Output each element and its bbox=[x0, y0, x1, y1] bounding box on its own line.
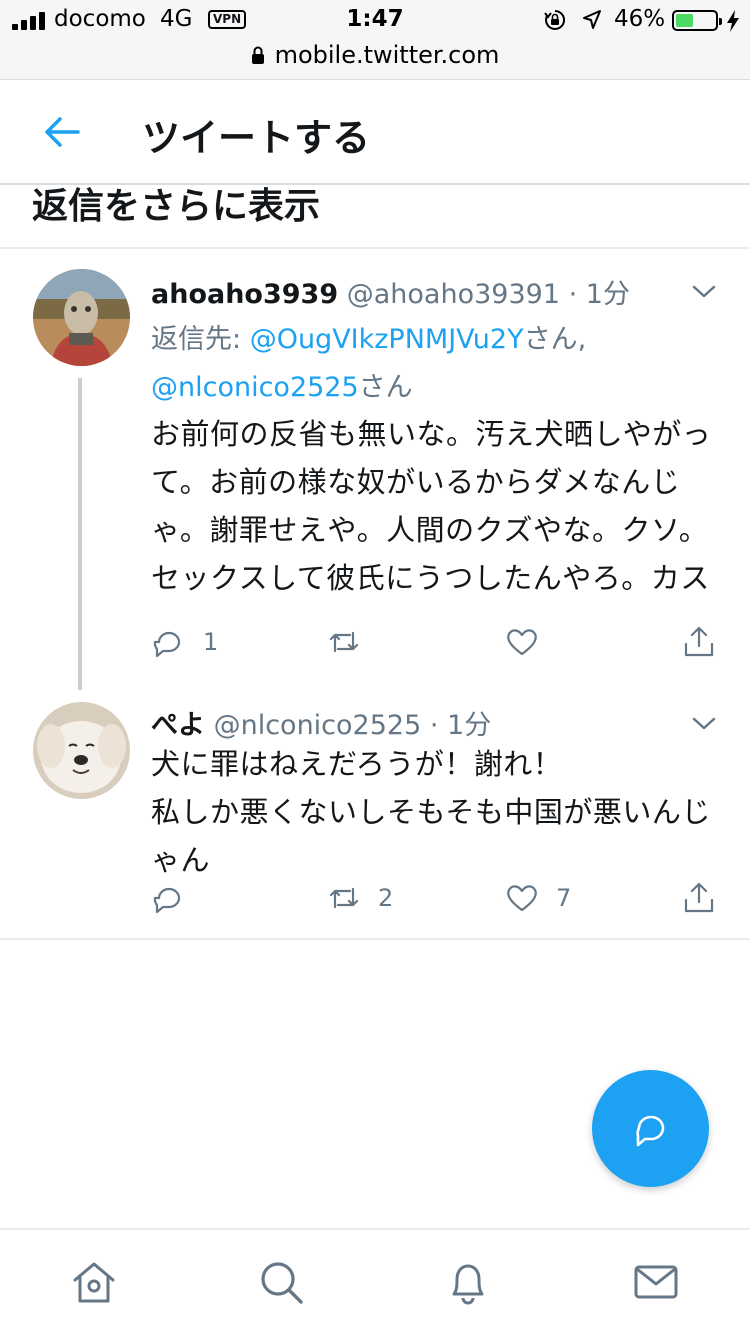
author-handle[interactable]: @ahoaho39391 bbox=[347, 279, 560, 310]
retweet-count: 2 bbox=[378, 884, 394, 912]
show-more-label: 返信をさらに表示 bbox=[32, 186, 321, 227]
battery-level-fill bbox=[676, 14, 694, 27]
reply-to-suffix: さん, bbox=[523, 324, 587, 355]
reply-button[interactable] bbox=[151, 878, 203, 918]
share-button[interactable] bbox=[681, 878, 717, 918]
separator-dot: · bbox=[429, 710, 439, 741]
nav-search[interactable] bbox=[257, 1258, 305, 1306]
arrow-left-icon[interactable] bbox=[42, 114, 82, 150]
show-more-replies[interactable]: 返信をさらに表示 bbox=[0, 185, 750, 249]
retweet-icon bbox=[329, 887, 359, 909]
tweet-divider bbox=[0, 938, 750, 940]
tweet-text-line: 犬に罪はねえだろうが！謝れ！ bbox=[151, 747, 563, 781]
author-name[interactable]: ahoaho3939 bbox=[151, 279, 338, 310]
battery-percent: 46% bbox=[614, 6, 666, 32]
reply-count: 1 bbox=[203, 628, 219, 656]
tweet-actions: 2 7 bbox=[151, 878, 731, 918]
reply-button[interactable]: 1 bbox=[151, 622, 218, 662]
chevron-down-icon[interactable] bbox=[692, 285, 716, 299]
thread-line bbox=[78, 378, 82, 690]
share-button[interactable] bbox=[681, 622, 717, 662]
charging-bolt-icon bbox=[727, 10, 739, 32]
nav-home[interactable] bbox=[70, 1258, 118, 1306]
bottom-nav bbox=[0, 1228, 750, 1334]
compose-reply-button[interactable] bbox=[592, 1070, 709, 1187]
share-icon bbox=[684, 626, 714, 657]
tweet-time[interactable]: 1分 bbox=[586, 279, 630, 310]
tweet-text: お前何の反省も無いな。汚え犬晒しやがって。お前の様な奴がいるからダメなんじゃ。謝… bbox=[151, 417, 712, 595]
tweet[interactable]: ahoaho3939 @ahoaho39391 · 1分 返信先: @OugVI… bbox=[0, 250, 750, 690]
avatar[interactable] bbox=[33, 269, 130, 366]
home-icon bbox=[73, 1262, 115, 1303]
chevron-down-icon[interactable] bbox=[692, 717, 716, 731]
battery-icon bbox=[672, 10, 722, 31]
tweet-text-line: 私しか悪くないしそもそも中国が悪いんじゃん bbox=[151, 795, 711, 877]
author-name[interactable]: ぺよ bbox=[151, 710, 205, 741]
retweet-button[interactable]: 2 bbox=[326, 878, 393, 918]
status-bar: docomo 4G VPN 1:47 46% bbox=[0, 0, 750, 40]
nav-messages[interactable] bbox=[632, 1258, 680, 1306]
like-count: 7 bbox=[556, 884, 572, 912]
retweet-button[interactable] bbox=[326, 622, 378, 662]
envelope-icon bbox=[634, 1265, 678, 1299]
share-icon bbox=[684, 882, 714, 913]
reply-to-line: 返信先: @OugVIkzPNMJVu2Yさん, bbox=[151, 316, 586, 364]
rotation-lock-icon bbox=[544, 9, 566, 30]
reply-to-prefix: 返信先: bbox=[151, 324, 250, 355]
tweet-text: 犬に罪はねえだろうが！謝れ！ 私しか悪くないしそもそも中国が悪いんじゃん bbox=[151, 740, 731, 884]
reply-to-line-2: @nlconico2525さん bbox=[151, 364, 413, 412]
location-arrow-icon bbox=[583, 10, 601, 29]
reply-to-suffix: さん bbox=[358, 372, 413, 403]
reply-bubble-icon bbox=[153, 631, 181, 658]
search-icon bbox=[261, 1262, 303, 1304]
url-bar[interactable]: mobile.twitter.com bbox=[0, 40, 750, 80]
author-handle[interactable]: @nlconico2525 bbox=[214, 710, 422, 741]
tweet-header: ぺよ @nlconico2525 · 1分 bbox=[151, 703, 491, 742]
lock-icon bbox=[251, 46, 264, 64]
bell-icon bbox=[452, 1264, 484, 1305]
page-title: ツイートする bbox=[142, 116, 371, 160]
nav-notifications[interactable] bbox=[444, 1258, 492, 1306]
compose-reply-icon bbox=[635, 1115, 664, 1146]
avatar[interactable] bbox=[33, 702, 130, 799]
separator-dot: · bbox=[568, 279, 578, 310]
url-text: mobile.twitter.com bbox=[274, 41, 500, 69]
mention-link[interactable]: @OugVIkzPNMJVu2Y bbox=[250, 324, 524, 355]
like-button[interactable] bbox=[504, 622, 556, 662]
heart-icon bbox=[507, 629, 537, 656]
like-button[interactable]: 7 bbox=[504, 878, 571, 918]
retweet-icon bbox=[329, 631, 359, 653]
tweet-actions: 1 bbox=[151, 622, 731, 662]
tweet[interactable]: ぺよ @nlconico2525 · 1分 犬に罪はねえだろうが！謝れ！ 私しか… bbox=[0, 690, 750, 938]
heart-icon bbox=[507, 885, 537, 912]
tweet-time[interactable]: 1分 bbox=[447, 710, 491, 741]
tweet-header: ahoaho3939 @ahoaho39391 · 1分 bbox=[151, 272, 630, 311]
reply-bubble-icon bbox=[153, 887, 181, 914]
mention-link[interactable]: @nlconico2525 bbox=[151, 372, 359, 403]
app-header: ツイートする bbox=[0, 80, 750, 185]
